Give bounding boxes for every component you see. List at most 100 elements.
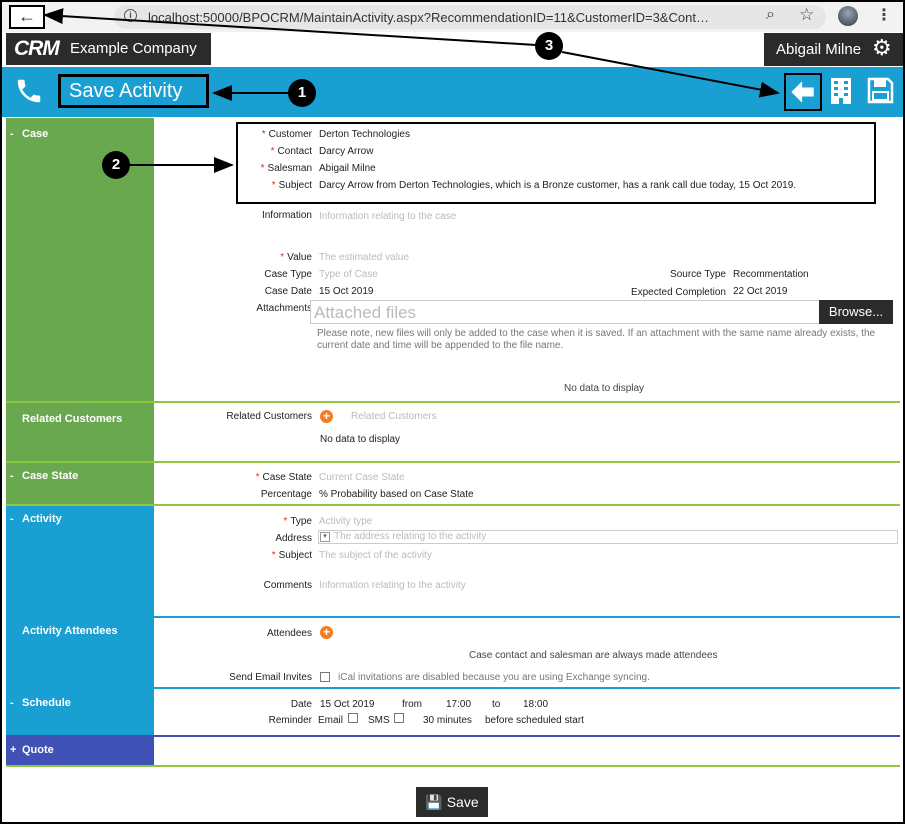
activity-section-header[interactable]: - Activity [6, 506, 154, 616]
quote-section: + Quote [6, 737, 900, 767]
browse-button[interactable]: Browse... [819, 300, 893, 324]
related-customers-input[interactable]: Related Customers [351, 411, 437, 422]
case-state-label: * Case State [255, 472, 312, 483]
expand-toggle[interactable]: + [10, 744, 22, 756]
email-reminder-checkbox[interactable] [348, 713, 358, 723]
callout-2: 2 [102, 151, 130, 179]
callout-3: 3 [535, 32, 563, 60]
company-logo[interactable]: CRM Example Company [6, 33, 211, 65]
company-name: Example Company [70, 40, 197, 57]
case-type-label: Case Type [264, 269, 312, 280]
reminder-minutes-input[interactable]: 30 minutes [423, 715, 472, 726]
from-time-input[interactable]: 17:00 [446, 699, 471, 710]
collapse-toggle[interactable]: - [10, 128, 22, 140]
contact-label: * Contact [270, 146, 312, 157]
customer-label: * Customer [261, 129, 312, 140]
customer-value[interactable]: Derton Technologies [319, 129, 410, 140]
case-section: - Case * Customer Derton Technologies * Con… [6, 118, 900, 403]
collapse-toggle[interactable]: - [10, 470, 22, 482]
collapse-toggle[interactable]: - [10, 513, 22, 525]
email-reminder-label: Email [318, 715, 344, 726]
user-menu[interactable]: Abigail Milne ⚙ [764, 33, 903, 66]
comments-input[interactable]: Information relating to the activity [319, 580, 466, 591]
user-name[interactable]: Abigail Milne [776, 41, 861, 58]
app-header: CRM Example Company Abigail Milne ⚙ [2, 33, 903, 67]
salesman-value[interactable]: Abigail Milne [319, 163, 376, 174]
bookmark-star-icon[interactable]: ☆ [799, 5, 814, 25]
save-button[interactable]: 💾 Save [416, 787, 488, 817]
activity-type-select[interactable]: Activity type [319, 516, 372, 527]
address-input[interactable]: ▾ The address relating to the activity [318, 530, 898, 544]
expected-completion-label: Expected Completion [630, 287, 726, 298]
action-bar: Save Activity [2, 67, 903, 117]
sms-reminder-checkbox[interactable] [394, 713, 404, 723]
case-state-section: - Case State * Case State Current Case Sta… [6, 463, 900, 506]
quote-section-title: Quote [22, 744, 54, 756]
percentage-value[interactable]: % Probability based on Case State [319, 489, 474, 500]
value-label: * Value [280, 252, 312, 263]
activity-section: - Activity * Type Activity type Address ▾ … [6, 506, 900, 618]
related-customers-label: Related Customers [226, 411, 312, 422]
expected-completion-input[interactable]: 22 Oct 2019 [733, 286, 787, 297]
to-time-input[interactable]: 18:00 [523, 699, 548, 710]
contact-value[interactable]: Darcy Arrow [319, 146, 373, 157]
profile-avatar[interactable] [838, 6, 858, 26]
address-dropdown-icon[interactable]: ▾ [320, 532, 330, 542]
information-label: Information [261, 210, 312, 221]
browser-back-button[interactable]: ← [9, 5, 45, 29]
subject-value[interactable]: Darcy Arrow from Derton Technologies, wh… [319, 180, 796, 191]
case-date-label: Case Date [264, 286, 312, 297]
activity-subject-input[interactable]: The subject of the activity [319, 550, 432, 561]
info-icon[interactable]: i [124, 9, 137, 22]
quote-section-header[interactable]: + Quote [6, 737, 154, 765]
related-customers-section-header[interactable]: Related Customers [6, 403, 154, 461]
attendees-section-header[interactable]: Activity Attendees [6, 618, 154, 687]
back-arrow-button[interactable] [784, 73, 822, 111]
attendees-note: Case contact and salesman are always mad… [469, 650, 718, 661]
schedule-section-header[interactable]: - Schedule [6, 689, 154, 735]
add-related-customer-icon[interactable]: + [320, 410, 333, 423]
attachments-label: Attachments [256, 303, 312, 314]
schedule-date-input[interactable]: 15 Oct 2019 [320, 699, 374, 710]
send-email-invites-checkbox[interactable] [320, 672, 330, 682]
case-state-section-header[interactable]: - Case State [6, 463, 154, 504]
case-section-header[interactable]: - Case [6, 118, 154, 401]
browser-menu-icon[interactable]: ⋮ [876, 5, 892, 25]
to-label: to [492, 699, 501, 710]
value-input[interactable]: The estimated value [319, 252, 409, 263]
case-date-input[interactable]: 15 Oct 2019 [319, 286, 373, 297]
collapse-toggle[interactable]: - [10, 697, 22, 709]
attendees-label: Attendees [266, 628, 312, 639]
related-customers-no-data: No data to display [320, 434, 401, 445]
percentage-label: Percentage [260, 489, 312, 500]
from-label: from [402, 699, 422, 710]
address-bar[interactable]: i localhost:50000/BPOCRM/MaintainActivit… [114, 5, 826, 29]
save-icon[interactable] [866, 76, 894, 104]
page-title: Save Activity [58, 74, 209, 108]
address-placeholder: The address relating to the activity [334, 531, 487, 542]
attachments-input[interactable]: Attached files [310, 300, 820, 324]
send-email-invites-label: Send Email Invites [229, 672, 312, 683]
attachments-no-data: No data to display [564, 383, 645, 394]
add-attendee-icon[interactable]: + [320, 626, 333, 639]
callout-1: 1 [288, 79, 316, 107]
case-section-title: Case [22, 128, 49, 140]
related-customers-section: Related Customers Related Customers + Re… [6, 403, 900, 463]
zoom-icon[interactable]: ⌕ [766, 6, 775, 24]
schedule-date-label: Date [290, 699, 312, 710]
url-text[interactable]: localhost:50000/BPOCRM/MaintainActivity.… [148, 10, 748, 25]
send-email-invites-note: iCal invitations are disabled because yo… [338, 672, 650, 683]
attachments-note: Please note, new files will only be adde… [317, 328, 876, 351]
before-start-label: before scheduled start [485, 715, 584, 726]
schedule-section: - Schedule Date 15 Oct 2019 from 17:00 to… [6, 689, 900, 737]
source-type-label: Source Type [670, 269, 726, 280]
case-state-select[interactable]: Current Case State [319, 472, 405, 483]
building-icon[interactable] [830, 77, 852, 105]
source-type-value[interactable]: Recommentation [733, 269, 809, 280]
address-label: Address [275, 533, 312, 544]
case-type-select[interactable]: Type of Case [319, 269, 378, 280]
gear-icon[interactable]: ⚙ [872, 35, 892, 61]
information-input[interactable]: Information relating to the case [319, 211, 456, 222]
save-button-label: Save [446, 794, 479, 810]
comments-label: Comments [263, 580, 312, 591]
